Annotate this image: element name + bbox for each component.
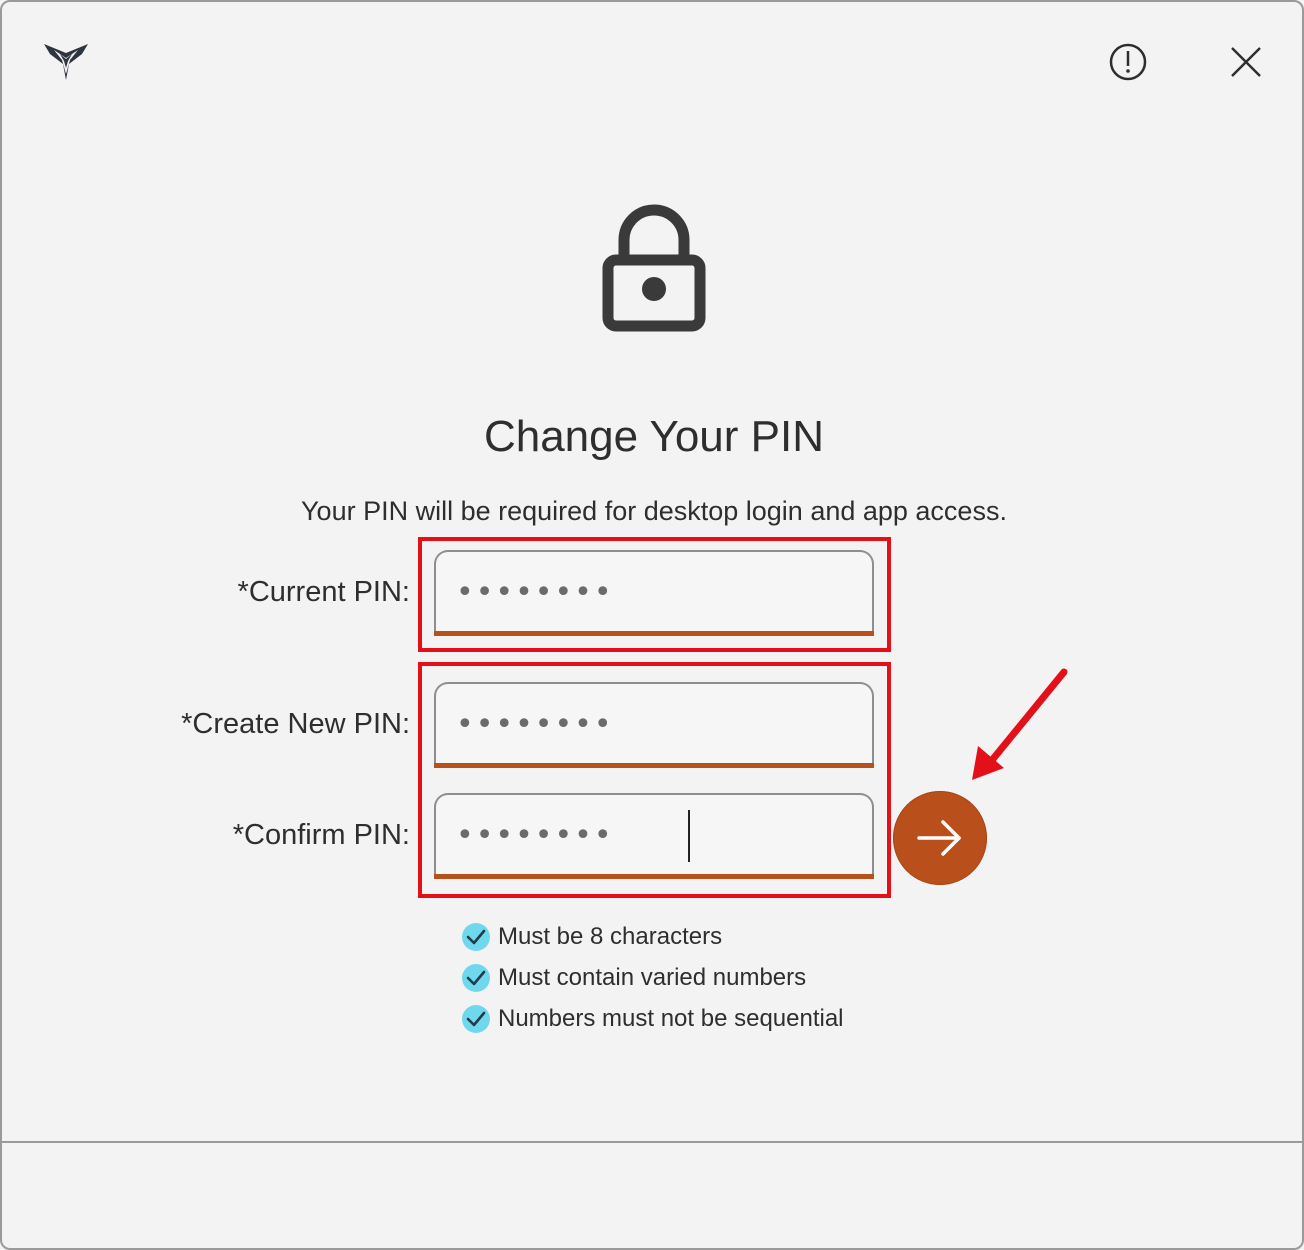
app-logo-icon bbox=[44, 44, 88, 80]
new-pin-field[interactable] bbox=[434, 682, 874, 768]
requirement-text: Numbers must not be sequential bbox=[498, 1004, 844, 1032]
requirement-text: Must contain varied numbers bbox=[498, 963, 807, 991]
requirement-item: Must be 8 characters bbox=[462, 916, 844, 957]
footer-divider bbox=[2, 1141, 1304, 1143]
text-cursor bbox=[688, 810, 690, 862]
checkmark-icon bbox=[462, 922, 490, 951]
new-pin-input[interactable] bbox=[456, 702, 856, 746]
current-pin-input[interactable] bbox=[456, 570, 856, 614]
lock-icon bbox=[602, 204, 706, 332]
info-icon[interactable] bbox=[1106, 40, 1150, 84]
pin-dialog: Change Your PIN Your PIN will be require… bbox=[0, 0, 1304, 1250]
checkmark-icon bbox=[462, 963, 490, 992]
page-subtitle: Your PIN will be required for desktop lo… bbox=[301, 496, 1007, 526]
annotation-arrow bbox=[972, 668, 1068, 780]
arrow-right-icon bbox=[917, 820, 961, 856]
current-pin-label: *Current PIN: bbox=[237, 576, 410, 608]
submit-button[interactable] bbox=[893, 791, 987, 885]
requirement-item: Numbers must not be sequential bbox=[462, 998, 844, 1039]
confirm-pin-field[interactable] bbox=[434, 793, 874, 879]
current-pin-field[interactable] bbox=[434, 550, 874, 636]
requirement-item: Must contain varied numbers bbox=[462, 957, 844, 998]
page-title: Change Your PIN bbox=[483, 412, 825, 461]
confirm-pin-input[interactable] bbox=[456, 813, 856, 857]
checkmark-icon bbox=[462, 1004, 490, 1033]
new-pin-label: *Create New PIN: bbox=[181, 708, 410, 740]
confirm-pin-label: *Confirm PIN: bbox=[232, 819, 410, 851]
close-icon[interactable] bbox=[1224, 40, 1268, 84]
requirement-text: Must be 8 characters bbox=[498, 922, 723, 950]
requirements-list: Must be 8 characters Must contain varied… bbox=[462, 916, 844, 1039]
